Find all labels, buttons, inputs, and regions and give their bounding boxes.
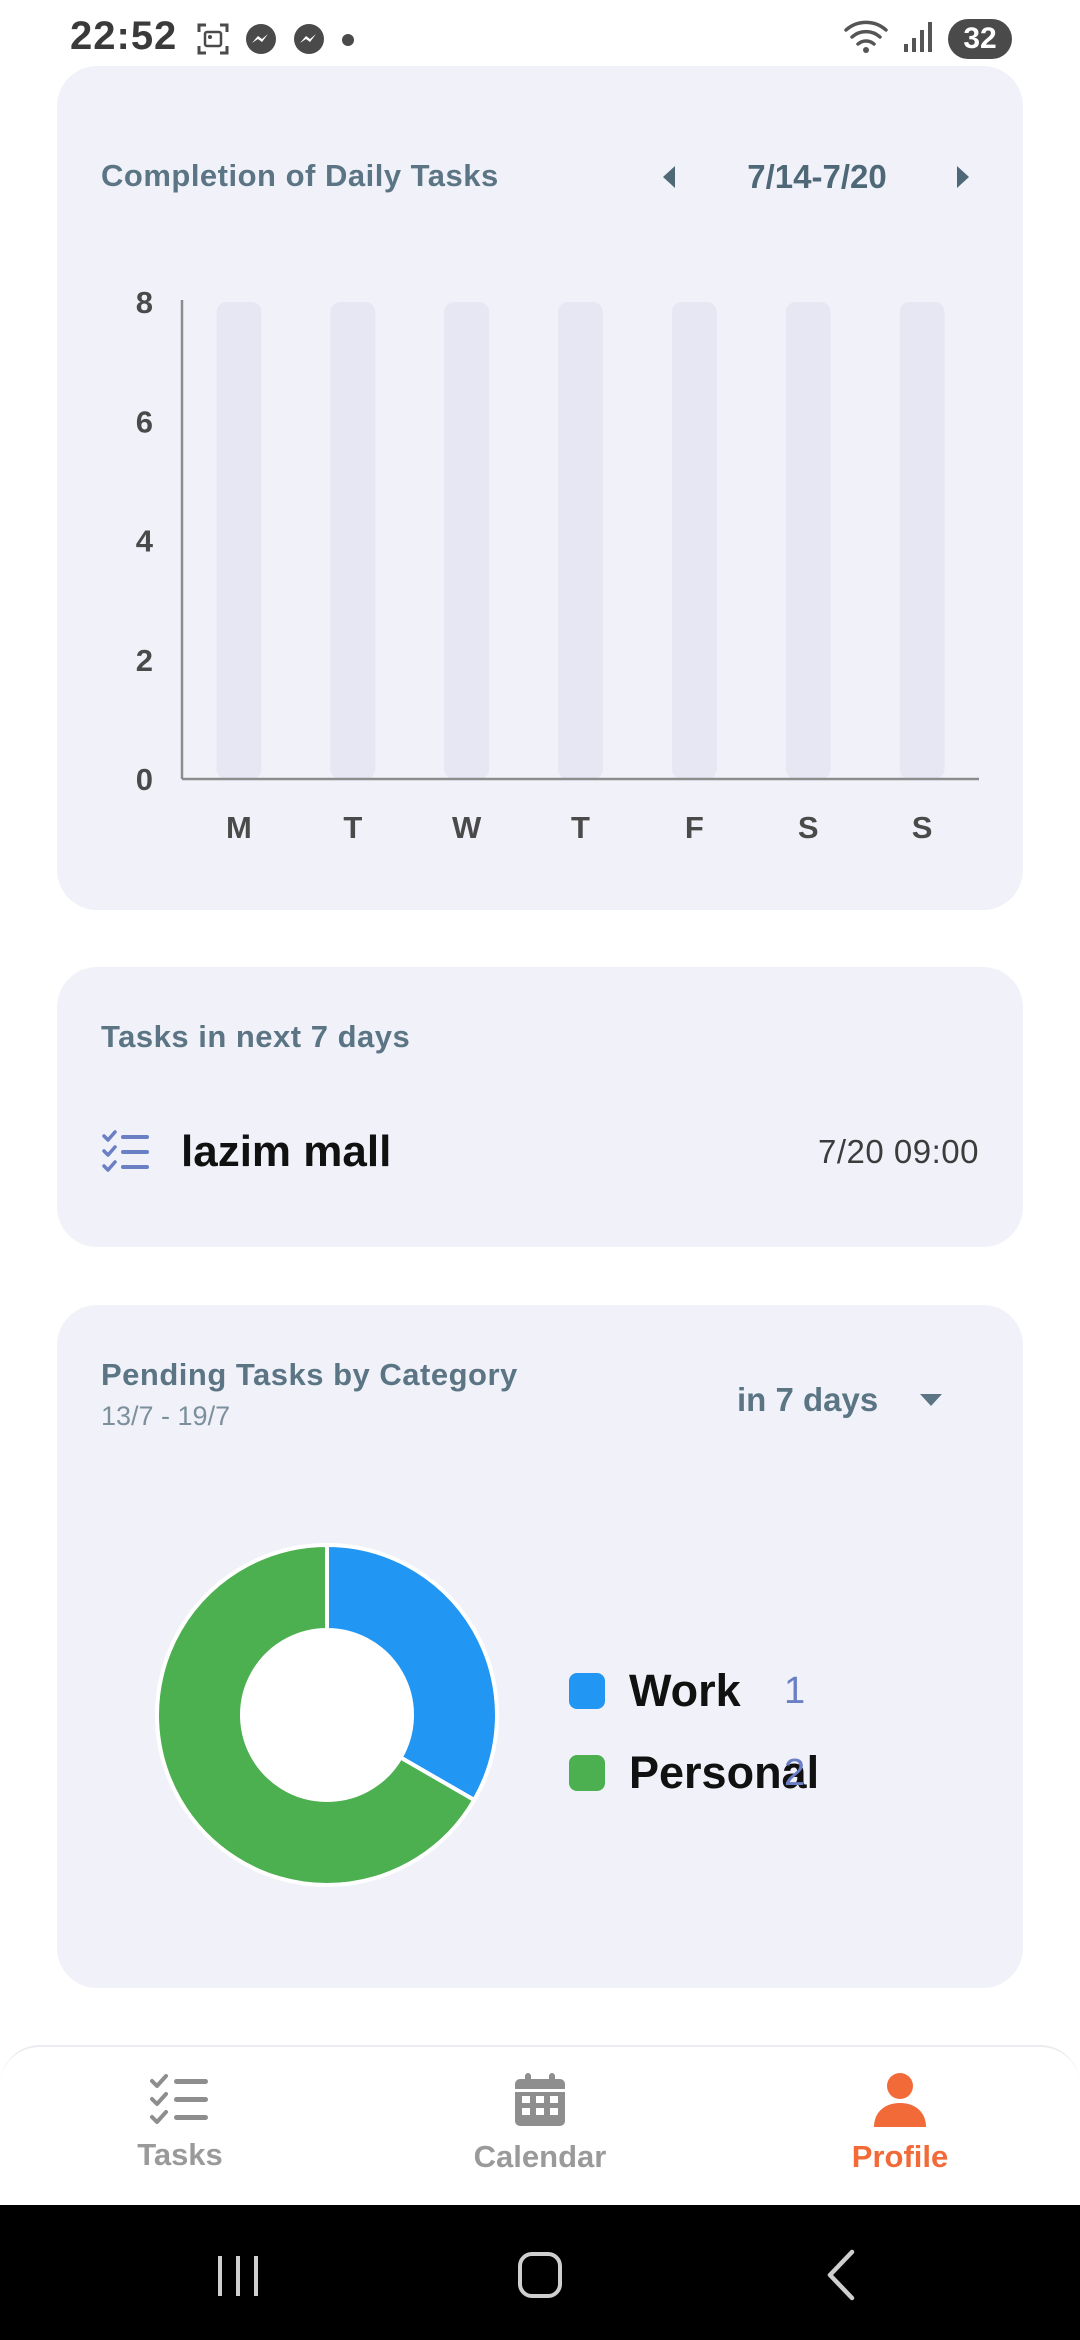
dot-icon bbox=[340, 22, 356, 56]
signal-icon bbox=[902, 18, 936, 59]
legend-label: Personal bbox=[629, 1747, 820, 1798]
x-tick-label: W bbox=[452, 810, 482, 845]
messenger-icon bbox=[292, 22, 326, 56]
y-tick-label: 4 bbox=[136, 524, 154, 559]
upcoming-title: Tasks in next 7 days bbox=[101, 1019, 411, 1054]
task-row[interactable]: lazim mall 7/20 09:00 bbox=[101, 1112, 979, 1192]
tab-profile[interactable]: Profile bbox=[790, 2071, 1010, 2175]
legend-swatch-personal bbox=[569, 1755, 605, 1791]
upcoming-card: Tasks in next 7 days lazim mall 7/20 09:… bbox=[57, 967, 1023, 1247]
daily-completion-chart: 0 2 4 6 8 M T W T F S S bbox=[136, 285, 979, 845]
person-icon bbox=[874, 2073, 926, 2127]
dropdown-arrow-icon bbox=[920, 1394, 943, 1406]
bar-track bbox=[671, 302, 717, 779]
x-tick-label: T bbox=[571, 810, 590, 845]
status-bar: 22:52 32 bbox=[0, 0, 1080, 66]
x-tick-label: S bbox=[912, 810, 933, 845]
tab-calendar-label: Calendar bbox=[473, 2139, 607, 2174]
system-navigation-bar bbox=[0, 2205, 1080, 2340]
bar-track bbox=[785, 302, 831, 779]
recents-icon[interactable] bbox=[198, 2240, 278, 2310]
x-tick-label: M bbox=[226, 810, 252, 845]
notification-icons bbox=[196, 22, 356, 56]
legend-label: Work bbox=[629, 1665, 741, 1716]
pending-date-range: 13/7 - 19/7 bbox=[101, 1401, 231, 1431]
bar-track bbox=[558, 302, 603, 779]
category-legend: Work 1 Personal 2 bbox=[569, 1650, 820, 1814]
wifi-icon bbox=[842, 18, 890, 59]
legend-swatch-work bbox=[569, 1673, 605, 1709]
completion-card: Completion of Daily Tasks 7/14-7/20 0246… bbox=[57, 66, 1023, 910]
tab-calendar[interactable]: Calendar bbox=[430, 2071, 650, 2175]
tab-tasks-label: Tasks bbox=[137, 2137, 223, 2172]
bar-track bbox=[899, 302, 945, 779]
battery-badge: 32 bbox=[948, 18, 1012, 59]
pending-title: Pending Tasks by Category bbox=[101, 1357, 518, 1392]
system-status-icons: 32 bbox=[842, 18, 1012, 59]
bar-track bbox=[216, 302, 262, 779]
task-name: lazim mall bbox=[181, 1127, 392, 1176]
calendar-icon bbox=[515, 2073, 565, 2126]
range-dropdown-value: in 7 days bbox=[737, 1381, 879, 1418]
y-tick-label: 8 bbox=[136, 285, 153, 320]
x-tick-label: S bbox=[798, 810, 819, 845]
status-time: 22:52 bbox=[70, 14, 178, 58]
task-datetime: 7/20 09:00 bbox=[818, 1133, 979, 1170]
home-icon[interactable] bbox=[500, 2240, 580, 2310]
messenger-icon bbox=[244, 22, 278, 56]
tab-profile-label: Profile bbox=[851, 2139, 949, 2174]
donut-hole bbox=[243, 1631, 411, 1799]
x-tick-label: F bbox=[685, 810, 704, 845]
back-icon[interactable] bbox=[802, 2240, 882, 2310]
legend-item-work: Work 1 bbox=[569, 1650, 805, 1732]
screenshot-icon bbox=[196, 22, 230, 56]
legend-count: 2 bbox=[784, 1751, 806, 1794]
y-tick-label: 2 bbox=[136, 643, 153, 678]
y-tick-label: 0 bbox=[136, 762, 153, 797]
pending-card: Pending Tasks by Category 13/7 - 19/7 in… bbox=[57, 1305, 1023, 1988]
tab-tasks[interactable]: Tasks bbox=[70, 2071, 290, 2173]
legend-item-personal: Personal 2 bbox=[569, 1732, 820, 1814]
x-tick-label: T bbox=[343, 810, 362, 845]
checklist-icon bbox=[150, 2074, 208, 2124]
range-dropdown[interactable]: in 7 days bbox=[737, 1375, 977, 1425]
legend-count: 1 bbox=[784, 1669, 806, 1712]
category-donut-chart bbox=[155, 1542, 499, 1887]
bar-track bbox=[444, 302, 490, 779]
bar-track bbox=[330, 302, 376, 779]
bottom-navigation: Tasks Calendar Profile bbox=[0, 2045, 1080, 2205]
checklist-icon bbox=[101, 1127, 151, 1177]
y-tick-label: 6 bbox=[136, 404, 153, 439]
